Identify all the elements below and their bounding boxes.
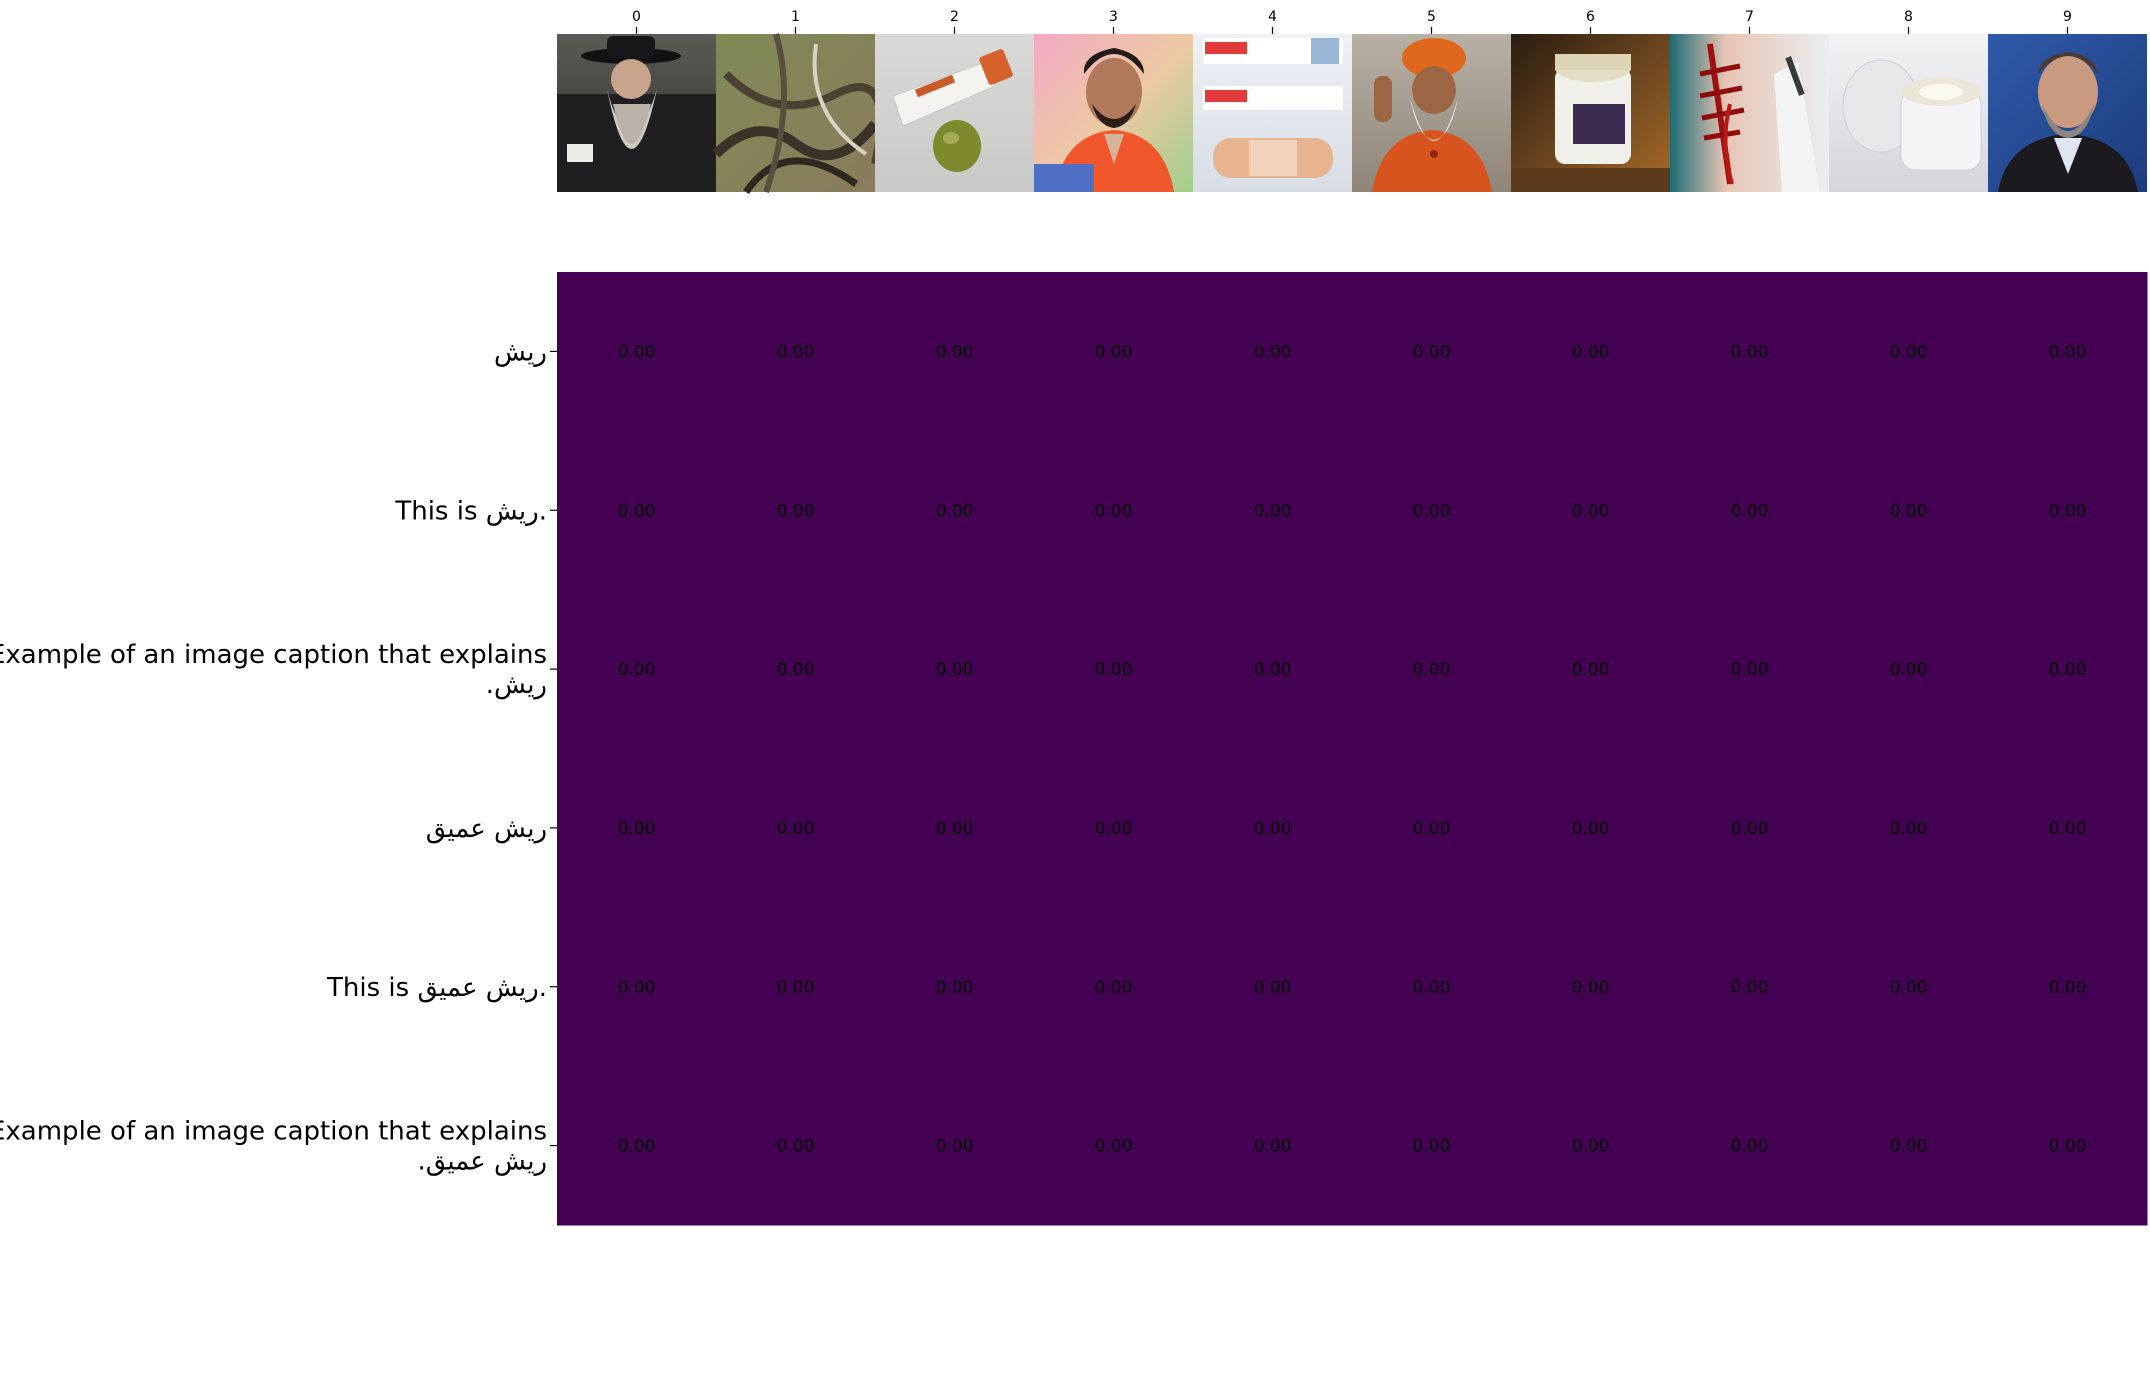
cell-value-label-2-4: 0.00 (1254, 660, 1292, 680)
cell-value-label-3-7: 0.00 (1731, 819, 1769, 839)
x-tick-label-5: 5 (1427, 9, 1436, 25)
cell-value-label-0-9: 0.00 (2049, 342, 2087, 362)
cell-value-label-4-7: 0.00 (1731, 978, 1769, 998)
cell-value-label-1-0: 0.00 (618, 501, 656, 521)
cell-value-label-1-8: 0.00 (1890, 501, 1928, 521)
cell-value-label-5-5: 0.00 (1413, 1137, 1451, 1157)
y-tick-label-3: ریش عمیق (426, 814, 547, 844)
thumbnail-4 (1193, 34, 1352, 192)
cell-value-label-5-2: 0.00 (936, 1137, 974, 1157)
cell-value-label-3-0: 0.00 (618, 819, 656, 839)
cell-value-label-4-8: 0.00 (1890, 978, 1928, 998)
cell-value-label-2-0: 0.00 (618, 660, 656, 680)
thumbnail-2 (875, 34, 1034, 192)
cell-value-label-4-4: 0.00 (1254, 978, 1292, 998)
cell-value-label-0-4: 0.00 (1254, 342, 1292, 362)
thumbnail-0 (557, 34, 716, 192)
cell-value-label-5-6: 0.00 (1572, 1137, 1610, 1157)
thumbnail-7 (1670, 34, 1829, 192)
cell-value-label-1-2: 0.00 (936, 501, 974, 521)
cell-value-label-4-5: 0.00 (1413, 978, 1451, 998)
thumbnail-8 (1829, 34, 1988, 192)
x-tick-label-3: 3 (1109, 9, 1118, 25)
cell-value-label-0-3: 0.00 (1095, 342, 1133, 362)
cell-value-label-0-5: 0.00 (1413, 342, 1451, 362)
cell-value-label-2-2: 0.00 (936, 660, 974, 680)
cell-value-label-4-2: 0.00 (936, 978, 974, 998)
cell-value-label-5-4: 0.00 (1254, 1137, 1292, 1157)
heatmap-grid: 0.00 0.00 0.00 0.00 0.00 0.00 0.00 0.00 0.00 0.00… (557, 272, 2148, 1226)
cell-value-label-5-1: 0.00 (777, 1137, 815, 1157)
cell-value-label-1-1: 0.00 (777, 501, 815, 521)
x-tick-label-0: 0 (632, 9, 641, 25)
y-axis-ticks: ریش This is ریش. Example of an image capti… (0, 337, 557, 1177)
cell-value-label-4-1: 0.00 (777, 978, 815, 998)
x-axis-ticks: 0 1 2 3 4 5 6 7 8 9 (632, 9, 2072, 34)
thumbnail-1 (712, 33, 885, 195)
cell-value-label-3-9: 0.00 (2049, 819, 2087, 839)
cell-value-label-3-1: 0.00 (777, 819, 815, 839)
cell-value-label-2-8: 0.00 (1890, 660, 1928, 680)
cell-value-label-3-5: 0.00 (1413, 819, 1451, 839)
x-tick-label-7: 7 (1745, 9, 1754, 25)
cell-value-label-0-8: 0.00 (1890, 342, 1928, 362)
y-tick-label-0: ریش (494, 337, 547, 367)
cell-value-label-2-5: 0.00 (1413, 660, 1451, 680)
cell-value-label-2-9: 0.00 (2049, 660, 2087, 680)
cell-value-label-0-7: 0.00 (1731, 342, 1769, 362)
x-tick-label-9: 9 (2063, 9, 2072, 25)
similarity-heatmap-chart: 0 1 2 3 4 5 6 7 8 9 0.00 0.00 0.00 0.00 0.00 0.00… (0, 9, 2148, 1226)
cell-value-label-4-0: 0.00 (618, 978, 656, 998)
cell-value-label-5-7: 0.00 (1731, 1137, 1769, 1157)
y-tick-label-1: This is ریش. (394, 496, 547, 526)
cell-value-label-1-7: 0.00 (1731, 501, 1769, 521)
cell-value-label-0-0: 0.00 (618, 342, 656, 362)
cell-value-label-1-3: 0.00 (1095, 501, 1133, 521)
cell-value-label-5-3: 0.00 (1095, 1137, 1133, 1157)
cell-value-label-0-6: 0.00 (1572, 342, 1610, 362)
x-tick-label-1: 1 (791, 9, 800, 25)
cell-value-label-0-1: 0.00 (777, 342, 815, 362)
thumbnail-9 (1988, 34, 2147, 192)
cell-value-label-4-3: 0.00 (1095, 978, 1133, 998)
cell-value-label-5-8: 0.00 (1890, 1137, 1928, 1157)
thumbnail-5 (1352, 34, 1511, 192)
x-tick-label-8: 8 (1904, 9, 1913, 25)
x-tick-label-4: 4 (1268, 9, 1277, 25)
cell-value-label-3-8: 0.00 (1890, 819, 1928, 839)
cell-value-label-1-6: 0.00 (1572, 501, 1610, 521)
cell-value-label-5-0: 0.00 (618, 1137, 656, 1157)
thumbnail-strip (557, 33, 2147, 195)
y-tick-label-4: This is ریش عمیق. (326, 973, 547, 1003)
thumbnail-3 (1034, 34, 1193, 192)
cell-value-label-1-9: 0.00 (2049, 501, 2087, 521)
cell-value-label-2-3: 0.00 (1095, 660, 1133, 680)
y-tick-label-2: Example of an image caption that explain… (0, 640, 547, 700)
y-tick-label-5: Example of an image caption that explain… (0, 1117, 547, 1177)
x-tick-label-2: 2 (950, 9, 959, 25)
cell-value-label-2-6: 0.00 (1572, 660, 1610, 680)
cell-value-label-2-7: 0.00 (1731, 660, 1769, 680)
cell-value-label-3-4: 0.00 (1254, 819, 1292, 839)
cell-value-label-5-9: 0.00 (2049, 1137, 2087, 1157)
cell-value-label-0-2: 0.00 (936, 342, 974, 362)
cell-value-label-4-6: 0.00 (1572, 978, 1610, 998)
cell-value-label-3-6: 0.00 (1572, 819, 1610, 839)
cell-value-label-2-1: 0.00 (777, 660, 815, 680)
cell-value-label-3-2: 0.00 (936, 819, 974, 839)
cell-value-label-3-3: 0.00 (1095, 819, 1133, 839)
cell-value-label-1-5: 0.00 (1413, 501, 1451, 521)
thumbnail-6 (1511, 34, 1670, 192)
x-tick-label-6: 6 (1586, 9, 1595, 25)
cell-value-label-1-4: 0.00 (1254, 501, 1292, 521)
cell-value-label-4-9: 0.00 (2049, 978, 2087, 998)
